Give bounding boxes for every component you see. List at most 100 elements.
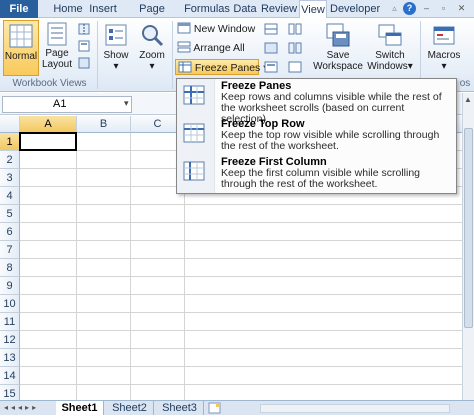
- tab-file[interactable]: File: [0, 0, 38, 18]
- grid-cell[interactable]: [77, 313, 131, 331]
- sheet-tab-2[interactable]: Sheet2: [106, 401, 154, 415]
- tab-formulas[interactable]: Formulas: [184, 0, 230, 18]
- grid-cell[interactable]: [77, 187, 131, 205]
- grid-cell[interactable]: [131, 385, 185, 400]
- grid-cell[interactable]: [77, 385, 131, 400]
- grid-cell[interactable]: [20, 295, 77, 313]
- save-workspace-button[interactable]: Save Workspace: [313, 22, 363, 72]
- row-header[interactable]: 1: [0, 133, 20, 151]
- scroll-thumb[interactable]: [464, 128, 473, 328]
- row-header[interactable]: 15: [0, 385, 20, 400]
- normal-view-button[interactable]: Normal: [3, 20, 39, 76]
- reset-window-position-icon[interactable]: [288, 61, 302, 73]
- new-window-button[interactable]: New Window: [177, 21, 255, 37]
- grid-cell[interactable]: [20, 169, 77, 187]
- grid-cell[interactable]: [131, 349, 185, 367]
- hide-icon[interactable]: [264, 42, 278, 54]
- insert-worksheet-icon[interactable]: [208, 402, 222, 414]
- grid-cell[interactable]: [131, 205, 185, 223]
- tab-review[interactable]: Review: [260, 0, 298, 18]
- grid-cell[interactable]: [131, 367, 185, 385]
- column-header[interactable]: A: [20, 116, 77, 133]
- help-icon[interactable]: ?: [403, 2, 416, 15]
- grid-cell[interactable]: [20, 205, 77, 223]
- row-header[interactable]: 11: [0, 313, 20, 331]
- menu-item-freeze-first-column[interactable]: Freeze First Column Keep the first colum…: [177, 155, 456, 192]
- grid-cell[interactable]: [20, 331, 77, 349]
- select-all-corner[interactable]: [0, 116, 20, 133]
- arrange-all-button[interactable]: Arrange All: [177, 40, 245, 56]
- split-icon[interactable]: [264, 23, 278, 35]
- grid-cell[interactable]: [131, 295, 185, 313]
- grid-cell[interactable]: [77, 295, 131, 313]
- scroll-up-icon[interactable]: ▲: [464, 95, 472, 104]
- window-close-icon[interactable]: ✕: [455, 2, 468, 15]
- grid-cell[interactable]: [185, 313, 462, 331]
- grid-cell[interactable]: [77, 277, 131, 295]
- row-header[interactable]: 5: [0, 205, 20, 223]
- grid-cell[interactable]: [77, 133, 131, 151]
- view-side-by-side-icon[interactable]: [288, 23, 302, 35]
- row-header[interactable]: 13: [0, 349, 20, 367]
- grid-cell[interactable]: [20, 151, 77, 169]
- tab-data[interactable]: Data: [232, 0, 258, 18]
- sheet-nav-arrows-icon[interactable]: ◂◂◂▸▸: [4, 401, 39, 415]
- grid-cell[interactable]: [131, 241, 185, 259]
- grid-cell[interactable]: [185, 259, 462, 277]
- row-header[interactable]: 7: [0, 241, 20, 259]
- sheet-tab-3[interactable]: Sheet3: [156, 401, 204, 415]
- synchronous-scrolling-icon[interactable]: [288, 42, 302, 54]
- grid-cell[interactable]: [77, 241, 131, 259]
- grid-cell[interactable]: [77, 205, 131, 223]
- grid-cell[interactable]: [20, 241, 77, 259]
- grid-cell[interactable]: [131, 277, 185, 295]
- tab-developer[interactable]: Developer: [330, 0, 380, 18]
- grid-cell[interactable]: [185, 205, 462, 223]
- macros-button[interactable]: Macros ▾: [424, 22, 464, 72]
- grid-cell[interactable]: [77, 367, 131, 385]
- column-header[interactable]: B: [77, 116, 131, 133]
- show-button[interactable]: Show ▾: [101, 22, 131, 72]
- grid-cell[interactable]: [131, 313, 185, 331]
- grid-cell[interactable]: [77, 151, 131, 169]
- grid-cell[interactable]: [131, 223, 185, 241]
- full-screen-icon[interactable]: [78, 57, 90, 69]
- grid-cell[interactable]: [20, 187, 77, 205]
- tab-insert[interactable]: Insert: [86, 0, 120, 18]
- name-box[interactable]: A1: [2, 96, 132, 113]
- page-break-preview-icon[interactable]: [78, 23, 90, 35]
- horizontal-scrollbar[interactable]: [260, 404, 450, 413]
- active-cell-a1[interactable]: [19, 132, 77, 151]
- grid-cell[interactable]: [185, 295, 462, 313]
- zoom-button[interactable]: Zoom ▾: [135, 22, 169, 72]
- window-restore-icon[interactable]: ▫: [437, 2, 450, 15]
- grid-cell[interactable]: [77, 223, 131, 241]
- row-header[interactable]: 14: [0, 367, 20, 385]
- grid-cell[interactable]: [185, 367, 462, 385]
- grid-cell[interactable]: [20, 223, 77, 241]
- grid-cell[interactable]: [20, 367, 77, 385]
- name-box-dropdown-icon[interactable]: ▾: [124, 98, 129, 109]
- sheet-tab-1[interactable]: Sheet1: [56, 401, 104, 415]
- grid-cell[interactable]: [20, 349, 77, 367]
- grid-cell[interactable]: [185, 277, 462, 295]
- tab-view[interactable]: View: [299, 0, 327, 19]
- row-header[interactable]: 12: [0, 331, 20, 349]
- grid-cell[interactable]: [20, 313, 77, 331]
- custom-views-icon[interactable]: [78, 40, 90, 52]
- grid-cell[interactable]: [77, 259, 131, 277]
- row-header[interactable]: 4: [0, 187, 20, 205]
- unhide-icon[interactable]: [264, 61, 278, 73]
- grid-cell[interactable]: [20, 277, 77, 295]
- row-header[interactable]: 8: [0, 259, 20, 277]
- grid-cell[interactable]: [131, 259, 185, 277]
- row-header[interactable]: 6: [0, 223, 20, 241]
- grid-cell[interactable]: [77, 349, 131, 367]
- grid-cell[interactable]: [20, 385, 77, 400]
- window-minimize-icon[interactable]: –: [420, 2, 433, 15]
- minimize-ribbon-icon[interactable]: ▵: [388, 2, 401, 15]
- grid-cell[interactable]: [185, 223, 462, 241]
- tab-page-layout[interactable]: Page Layout: [122, 0, 182, 33]
- grid-cell[interactable]: [185, 331, 462, 349]
- row-header[interactable]: 9: [0, 277, 20, 295]
